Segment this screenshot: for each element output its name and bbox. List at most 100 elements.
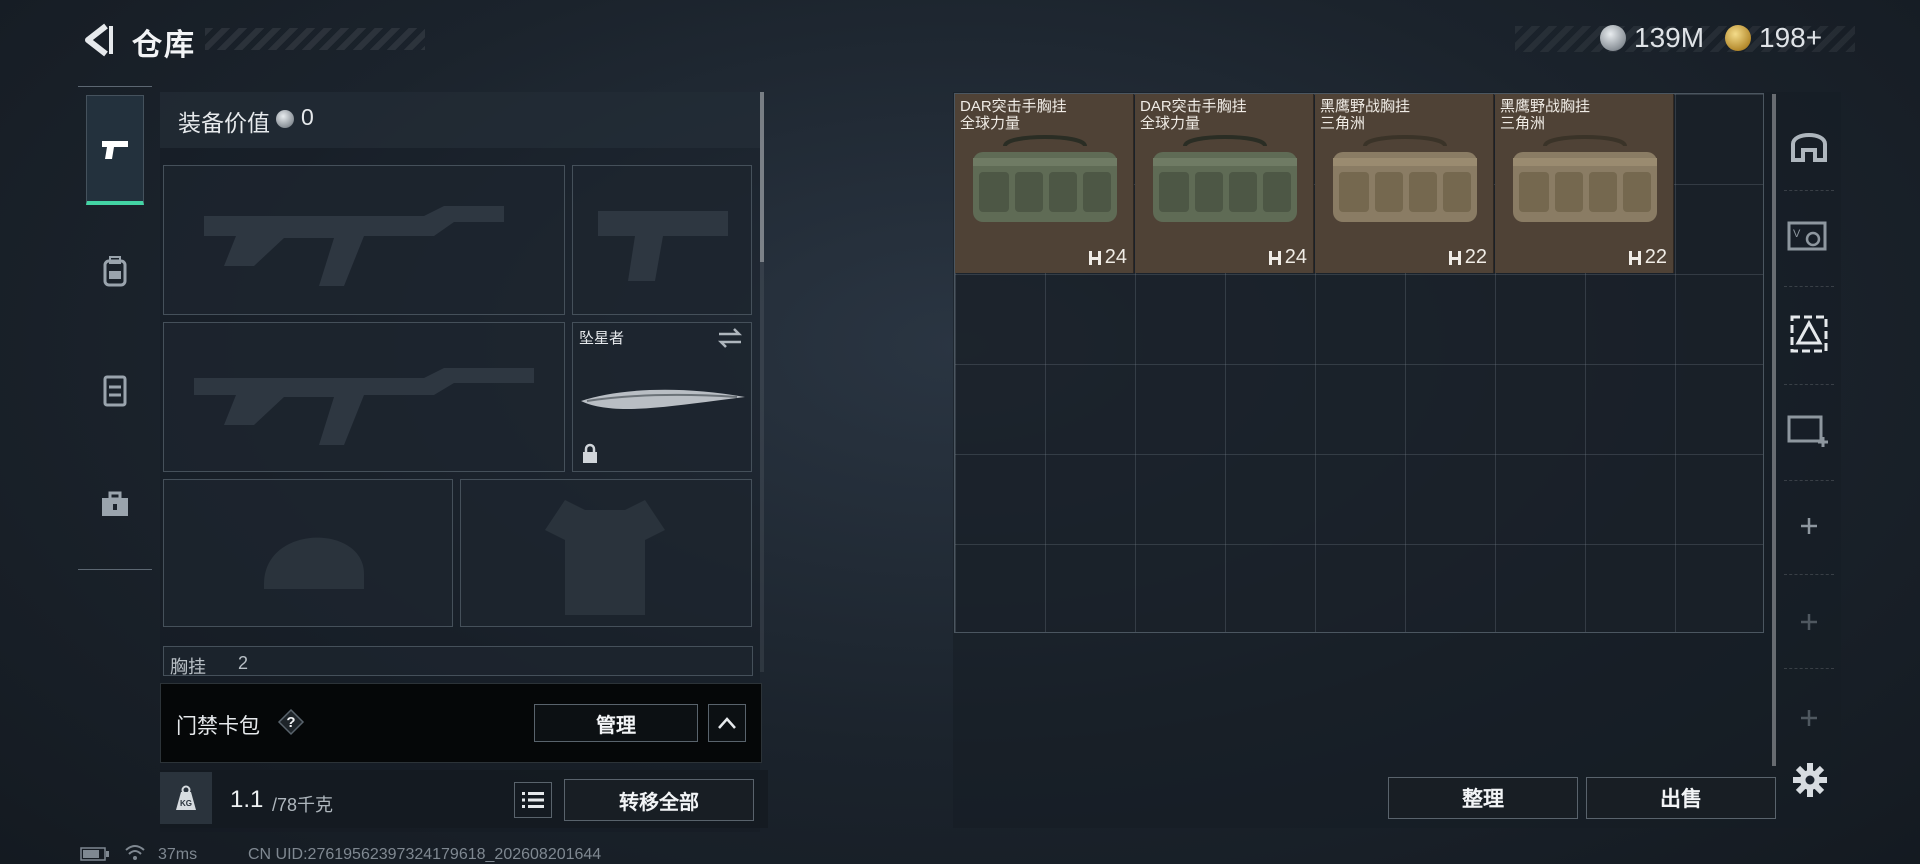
gold-currency-value: 198+ bbox=[1759, 22, 1823, 53]
chest-rig-bag-icon bbox=[1333, 135, 1477, 222]
equipment-value-label: 装备价值 bbox=[178, 110, 270, 136]
arrange-button[interactable]: 整理 bbox=[1388, 777, 1578, 819]
right-nav-item-add-stash[interactable] bbox=[1784, 400, 1834, 460]
knife-icon bbox=[581, 389, 745, 409]
helmet-slot-icon bbox=[1791, 133, 1827, 162]
durability-icon bbox=[1268, 250, 1281, 265]
durability-icon bbox=[1448, 250, 1461, 265]
manage-button[interactable]: 管理 bbox=[534, 704, 698, 742]
collapse-button[interactable] bbox=[708, 704, 746, 742]
equipment-scrollbar-thumb[interactable] bbox=[760, 92, 764, 262]
nav-separator bbox=[1784, 668, 1834, 669]
category-nav bbox=[78, 86, 152, 570]
item-name-line1: DAR突击手胸挂 bbox=[960, 98, 1067, 115]
pistol-placeholder-icon bbox=[598, 211, 728, 281]
storage-scrollbar[interactable] bbox=[1772, 94, 1776, 766]
uid-text: CN UID:27619562397324179618_202608201644 bbox=[248, 846, 602, 863]
backpack-icon bbox=[103, 256, 127, 287]
primary-weapon-slot[interactable] bbox=[163, 165, 565, 315]
title-decoration bbox=[205, 28, 425, 50]
settings-button[interactable] bbox=[1790, 760, 1830, 800]
page-title: 仓库 bbox=[132, 29, 196, 62]
item-name-line1: 黑鹰野战胸挂 bbox=[1500, 98, 1591, 115]
nav-item-backpack[interactable] bbox=[86, 217, 144, 327]
keycard-pack-label: 门禁卡包 bbox=[176, 715, 260, 738]
weight-icon-box: KG bbox=[160, 772, 212, 824]
helmet-slot[interactable] bbox=[163, 479, 453, 627]
storage-item[interactable]: DAR突击手胸挂 全球力量 24 bbox=[955, 94, 1134, 273]
chest-rig-count: 2 bbox=[238, 653, 249, 673]
item-count-value: 24 bbox=[1104, 246, 1127, 268]
sidearm-slot[interactable] bbox=[572, 165, 752, 315]
rifle-placeholder-icon bbox=[194, 368, 534, 445]
silver-currency-value: 139M bbox=[1634, 22, 1705, 53]
nav-separator bbox=[1784, 574, 1834, 575]
chest-rig-bag-icon bbox=[1153, 135, 1297, 222]
silver-currency: 139M bbox=[1600, 22, 1704, 54]
gear-icon bbox=[1793, 763, 1827, 797]
vest-icon bbox=[103, 375, 127, 407]
nav-separator bbox=[1784, 190, 1834, 191]
item-count-value: 22 bbox=[1464, 246, 1487, 268]
help-glyph: ? bbox=[286, 714, 295, 731]
swap-icon[interactable] bbox=[717, 327, 743, 349]
stash-box-icon bbox=[1790, 315, 1828, 353]
right-nav-item-add-2[interactable] bbox=[1784, 592, 1834, 652]
item-name-line1: 黑鹰野战胸挂 bbox=[1320, 98, 1411, 115]
ping-value: 37ms bbox=[158, 846, 198, 863]
right-nav-item-add-3[interactable] bbox=[1784, 688, 1834, 748]
rifle-placeholder-icon bbox=[204, 206, 504, 286]
item-count: 24 bbox=[1088, 246, 1127, 269]
item-count-value: 24 bbox=[1284, 246, 1307, 268]
chest-rig-bag-icon bbox=[1513, 135, 1657, 222]
pistol-icon bbox=[102, 140, 128, 159]
lock-icon bbox=[583, 443, 597, 463]
list-icon bbox=[522, 792, 544, 808]
storage-item[interactable]: 黑鹰野战胸挂 三角洲 22 bbox=[1315, 94, 1494, 273]
nav-item-vest[interactable] bbox=[86, 335, 144, 445]
weight-icon: KG bbox=[176, 785, 196, 810]
item-count-value: 22 bbox=[1644, 246, 1667, 268]
storage-item[interactable]: 黑鹰野战胸挂 三角洲 22 bbox=[1495, 94, 1674, 273]
armor-slot[interactable] bbox=[460, 479, 752, 627]
helmet-placeholder-icon bbox=[264, 537, 364, 589]
nav-separator bbox=[1784, 384, 1834, 385]
melee-slot[interactable]: 坠星者 bbox=[572, 322, 752, 472]
durability-icon bbox=[1088, 250, 1101, 265]
right-nav-item-map-card[interactable]: V bbox=[1784, 206, 1834, 266]
chest-rig-label: 胸挂 bbox=[170, 657, 206, 676]
item-count: 22 bbox=[1448, 246, 1487, 269]
svg-text:V: V bbox=[1793, 228, 1801, 240]
plus-icon bbox=[1801, 710, 1817, 726]
gold-coin-icon bbox=[1725, 25, 1751, 51]
right-nav-item-stash[interactable] bbox=[1784, 304, 1834, 364]
sell-button[interactable]: 出售 bbox=[1586, 777, 1776, 819]
transfer-all-button[interactable]: 转移全部 bbox=[564, 779, 754, 821]
secondary-weapon-slot[interactable] bbox=[163, 322, 565, 472]
item-name: DAR突击手胸挂 全球力量 bbox=[960, 98, 1067, 132]
help-button[interactable]: ? bbox=[276, 707, 306, 737]
storage-item[interactable]: DAR突击手胸挂 全球力量 24 bbox=[1135, 94, 1314, 273]
nav-separator bbox=[1784, 286, 1834, 287]
add-slot-icon bbox=[1787, 415, 1828, 447]
chevron-left-icon bbox=[85, 23, 113, 57]
list-view-button[interactable] bbox=[514, 782, 552, 818]
back-button[interactable] bbox=[78, 18, 118, 62]
gold-currency[interactable]: 198+ bbox=[1725, 22, 1822, 54]
nav-item-toolbox[interactable] bbox=[86, 449, 144, 559]
melee-name: 坠星者 bbox=[579, 330, 625, 347]
item-name-line1: DAR突击手胸挂 bbox=[1140, 98, 1247, 115]
equipment-value: 0 bbox=[301, 104, 314, 130]
right-nav-item-add-1[interactable] bbox=[1784, 496, 1834, 556]
right-nav-item-helmet[interactable] bbox=[1784, 114, 1834, 174]
chest-rig-bag-icon bbox=[973, 135, 1117, 222]
chest-rig-slot[interactable]: 胸挂 2 bbox=[163, 646, 753, 676]
item-count: 22 bbox=[1628, 246, 1667, 269]
map-card-icon: V bbox=[1787, 221, 1827, 251]
item-count: 24 bbox=[1268, 246, 1307, 269]
chevron-up-icon bbox=[718, 717, 736, 729]
nav-item-weapons[interactable] bbox=[86, 95, 144, 205]
silver-coin-icon bbox=[276, 110, 294, 128]
weight-icon-label: KG bbox=[180, 799, 192, 808]
nav-separator bbox=[1784, 480, 1834, 481]
